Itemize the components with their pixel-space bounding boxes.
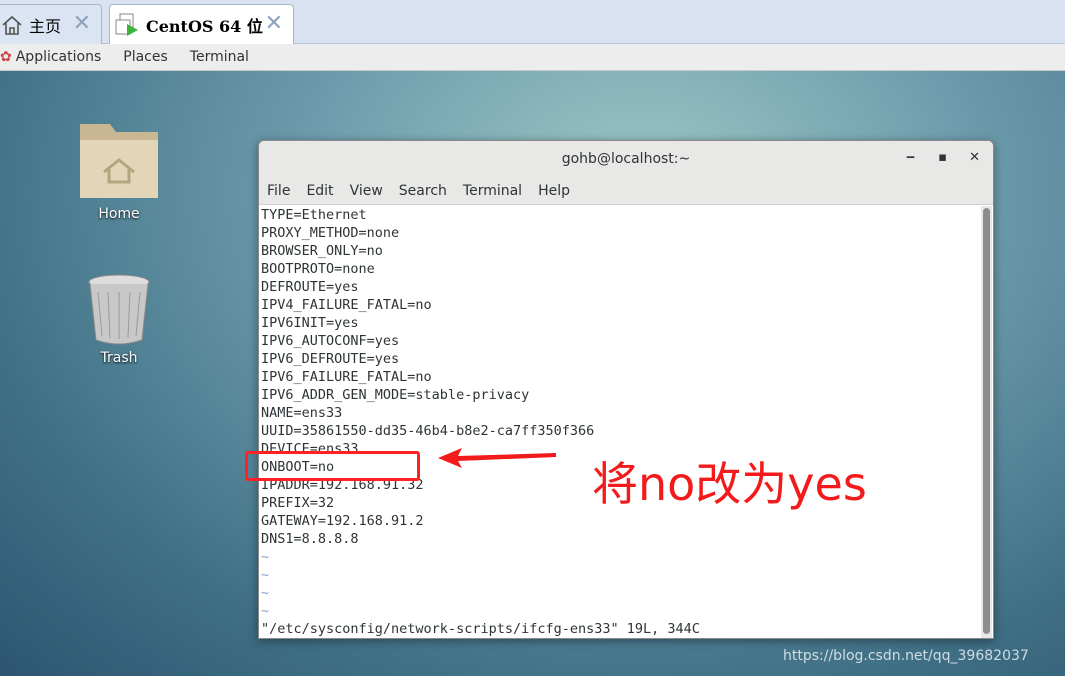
config-line: DEFROUTE=yes <box>261 279 359 295</box>
config-line: TYPE=Ethernet <box>261 207 367 223</box>
menu-edit[interactable]: Edit <box>306 183 333 199</box>
arrow-icon <box>438 448 556 468</box>
config-line: IPV6INIT=yes <box>261 315 359 331</box>
config-line: IPV6_DEFROUTE=yes <box>261 351 400 367</box>
vim-status-line: "/etc/sysconfig/network-scripts/ifcfg-en… <box>261 621 700 637</box>
config-line: DNS1=8.8.8.8 <box>261 531 359 547</box>
tilde-line: ~ <box>261 567 270 583</box>
home-icon <box>2 15 22 35</box>
config-line: IPV4_FAILURE_FATAL=no <box>261 297 432 313</box>
scrollbar[interactable] <box>981 206 992 638</box>
annotation-text: 将no改为yes <box>592 457 867 511</box>
window-titlebar[interactable]: gohb@localhost:~ ‒ ▪ ✕ <box>259 141 993 177</box>
config-line: GATEWAY=192.168.91.2 <box>261 513 424 529</box>
menu-search[interactable]: Search <box>399 183 447 199</box>
menu-applications[interactable]: Applications <box>16 49 102 65</box>
menu-terminal[interactable]: Terminal <box>463 183 522 199</box>
config-line: NAME=ens33 <box>261 405 343 421</box>
trash-icon <box>88 274 150 345</box>
tilde-line: ~ <box>261 549 270 565</box>
tilde-line: ~ <box>261 585 270 601</box>
tab-label: 主页 <box>29 16 62 36</box>
config-line: IPV6_FAILURE_FATAL=no <box>261 369 432 385</box>
scrollbar-thumb[interactable] <box>983 208 990 634</box>
close-icon[interactable]: ✕ <box>969 150 980 165</box>
menu-file[interactable]: File <box>267 183 290 199</box>
window-title: gohb@localhost:~ <box>561 151 691 167</box>
desktop-icon-label: Home <box>98 206 140 222</box>
tab-centos[interactable]: CentOS 64 位 ✕ <box>109 4 294 44</box>
config-line: PROXY_METHOD=none <box>261 225 400 241</box>
desktop-icon-trash[interactable]: Trash <box>69 272 169 366</box>
terminal-window: gohb@localhost:~ ‒ ▪ ✕ File Edit View Se… <box>258 140 994 639</box>
menu-help[interactable]: Help <box>538 183 570 199</box>
minimize-icon[interactable]: ‒ <box>906 150 915 165</box>
highlight-box <box>245 451 420 481</box>
close-icon[interactable]: ✕ <box>265 11 283 36</box>
menu-places[interactable]: Places <box>123 49 168 65</box>
vm-icon <box>115 13 138 36</box>
config-line: UUID=35861550-dd35-46b4-b8e2-ca7ff350f36… <box>261 423 595 439</box>
tab-home[interactable]: 主页 ✕ <box>0 4 102 44</box>
config-line: IPV6_AUTOCONF=yes <box>261 333 400 349</box>
close-icon[interactable]: ✕ <box>73 11 91 36</box>
applications-icon: ✿ <box>0 49 12 65</box>
menu-view[interactable]: View <box>350 183 383 199</box>
window-menubar: File Edit View Search Terminal Help <box>259 177 993 205</box>
tab-bar: 主页 ✕ CentOS 64 位 ✕ <box>0 0 1065 44</box>
config-line: BOOTPROTO=none <box>261 261 375 277</box>
terminal-content[interactable]: TYPE=Ethernet PROXY_METHOD=none BROWSER_ON… <box>259 206 983 639</box>
config-line: IPV6_ADDR_GEN_MODE=stable-privacy <box>261 387 530 403</box>
watermark: https://blog.csdn.net/qq_39682037 <box>783 648 1029 664</box>
tab-label: CentOS 64 位 <box>146 16 263 36</box>
maximize-icon[interactable]: ▪ <box>938 150 947 165</box>
desktop-icon-label: Trash <box>100 350 138 366</box>
top-menubar: ✿ Applications Places Terminal <box>0 44 1065 71</box>
folder-home-icon <box>80 124 158 198</box>
tilde-line: ~ <box>261 603 270 619</box>
menu-terminal[interactable]: Terminal <box>190 49 249 65</box>
desktop-icon-home[interactable]: Home <box>69 116 169 222</box>
config-line: BROWSER_ONLY=no <box>261 243 383 259</box>
